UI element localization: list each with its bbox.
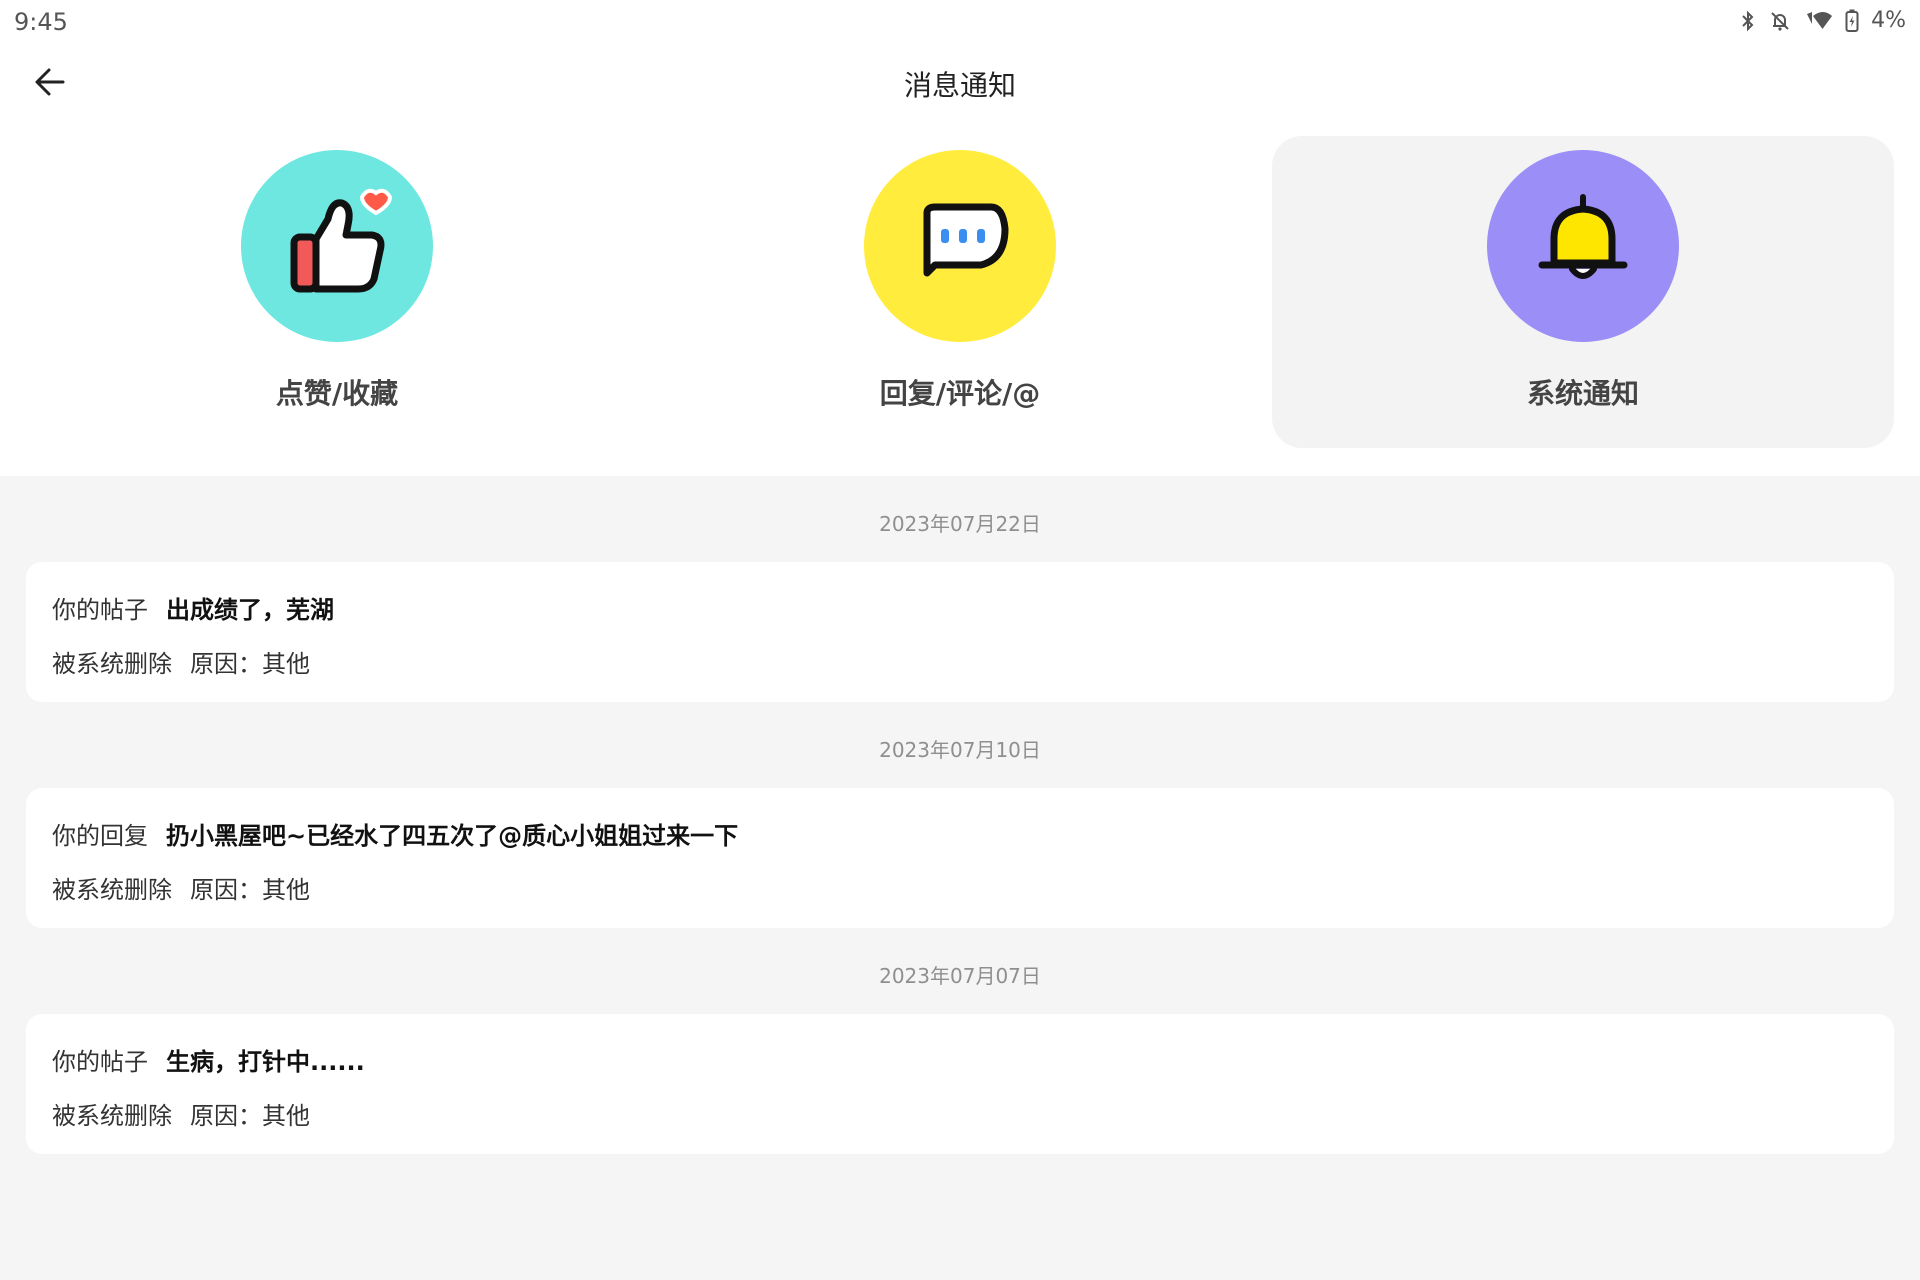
deletion-reason: 原因：其他 [190, 876, 310, 904]
deletion-reason: 原因：其他 [190, 1102, 310, 1130]
category-tabs: 点赞/收藏 回复/评论/@ 系统通知 [0, 122, 1920, 476]
chat-bubble-icon [905, 189, 1015, 303]
status-icons: 4% [1739, 8, 1906, 33]
notification-status-line: 被系统删除 原因：其他 [52, 1096, 310, 1131]
date-label: 2023年07月10日 [879, 738, 1041, 762]
notification-status-line: 被系统删除 原因：其他 [52, 644, 310, 679]
notification-prefix: 你的回复 [52, 822, 148, 850]
notification-status-line: 被系统删除 原因：其他 [52, 870, 310, 905]
notification-line: 你的帖子 生病，打针中...... [52, 1042, 365, 1077]
deletion-status: 被系统删除 [52, 1102, 172, 1130]
likes-circle [241, 150, 433, 342]
tab-likes-favorites[interactable]: 点赞/收藏 [26, 136, 648, 448]
wifi-icon [1803, 10, 1833, 32]
status-bar: 9:45 4% [0, 0, 1920, 44]
notification-card[interactable]: 你的帖子 生病，打针中...... 被系统删除 原因：其他 [26, 1014, 1894, 1154]
battery-charging-icon [1845, 9, 1859, 33]
notification-prefix: 你的帖子 [52, 1048, 148, 1076]
bluetooth-icon [1739, 10, 1757, 32]
post-title: 出成绩了，芜湖 [166, 596, 334, 624]
tab-system-notifications[interactable]: 系统通知 [1272, 136, 1894, 448]
notifications-off-icon [1769, 10, 1791, 32]
deletion-status: 被系统删除 [52, 650, 172, 678]
deletion-status: 被系统删除 [52, 876, 172, 904]
date-label: 2023年07月07日 [879, 964, 1041, 988]
post-title: 生病，打针中...... [166, 1048, 365, 1076]
bell-icon [1528, 189, 1638, 303]
system-circle [1487, 150, 1679, 342]
tab-label: 回复/评论/@ [879, 377, 1041, 410]
post-title: 扔小黑屋吧~已经水了四五次了@质心小姐姐过来一下 [166, 822, 739, 850]
tab-label: 点赞/收藏 [275, 377, 399, 410]
status-time: 9:45 [14, 8, 68, 36]
deletion-reason: 原因：其他 [190, 650, 310, 678]
tab-label: 系统通知 [1526, 377, 1639, 410]
tab-replies-comments[interactable]: 回复/评论/@ [649, 136, 1271, 448]
notification-prefix: 你的帖子 [52, 596, 148, 624]
notification-line: 你的回复 扔小黑屋吧~已经水了四五次了@质心小姐姐过来一下 [52, 816, 738, 851]
date-label: 2023年07月22日 [879, 512, 1041, 536]
notification-card[interactable]: 你的帖子 出成绩了，芜湖 被系统删除 原因：其他 [26, 562, 1894, 702]
app-header: 消息通知 [0, 44, 1920, 122]
battery-level: 4% [1871, 8, 1906, 33]
notification-line: 你的帖子 出成绩了，芜湖 [52, 590, 334, 625]
page-title: 消息通知 [903, 69, 1016, 102]
notification-card[interactable]: 你的回复 扔小黑屋吧~已经水了四五次了@质心小姐姐过来一下 被系统删除 原因：其他 [26, 788, 1894, 928]
thumbs-up-heart-icon [272, 179, 402, 313]
replies-circle [864, 150, 1056, 342]
